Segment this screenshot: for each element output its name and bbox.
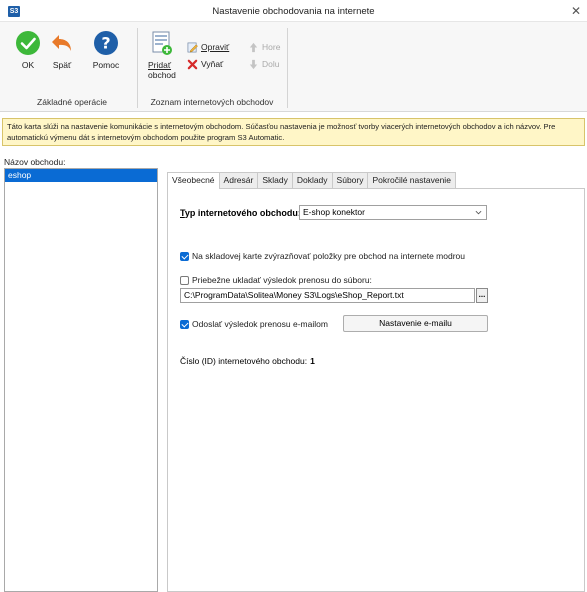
arrow-up-icon [249,42,258,52]
tab-advanced[interactable]: Pokročilé nastavenie [367,172,456,188]
highlight-items-label: Na skladovej karte zvýrazňovať položky p… [192,251,465,261]
close-icon[interactable]: ✕ [569,3,583,19]
save-log-checkbox[interactable] [180,275,189,285]
email-result-checkbox-row[interactable]: Odoslať výsledok prenosu e-mailom [180,319,328,329]
add-shop-icon [152,31,172,55]
add-shop-label-line2: obchod [148,70,176,80]
log-path-input[interactable]: C:\ProgramData\Solitea\Money S3\Logs\eSh… [180,288,475,303]
email-result-checkbox[interactable] [180,319,189,329]
group-label-shops: Zoznam internetových obchodov [150,97,274,107]
group-label-basic: Základné operácie [37,97,107,107]
highlight-items-checkbox-row[interactable]: Na skladovej karte zvýrazňovať položky p… [180,251,465,261]
tab-files[interactable]: Súbory [331,172,369,188]
shop-id-label: Číslo (ID) internetového obchodu: [180,356,308,366]
remove-x-icon [187,59,198,69]
shop-type-dropdown[interactable]: E-shop konektor [299,205,487,220]
ribbon-toolbar: OK Späť ? Pomoc Pridať obchod Opraviť Vy… [0,22,587,112]
shop-list-label: Názov obchodu: [4,157,66,167]
shop-type-label: Typ internetového obchodu: [180,208,301,218]
edit-pencil-icon [187,42,198,52]
ok-label: OK [21,60,35,70]
svg-text:?: ? [101,34,110,53]
help-label: Pomoc [92,60,120,70]
shop-listbox[interactable]: eshop [4,168,158,592]
browse-button[interactable]: ... [476,288,488,303]
back-label: Späť [52,60,72,70]
save-log-checkbox-row[interactable]: Priebežne ukladať výsledok prenosu do sú… [180,275,372,285]
chevron-down-icon [475,210,482,215]
shop-type-value: E-shop konektor [303,207,365,217]
email-settings-button[interactable]: Nastavenie e-mailu [343,315,488,332]
highlight-items-checkbox[interactable] [180,251,189,261]
shop-id-row: Číslo (ID) internetového obchodu: 1 [180,356,315,366]
add-shop-label-line1: Pridať [148,60,172,70]
move-down-button[interactable]: Dolu [248,57,279,71]
shop-type-label-text: yp internetového obchodu: [184,208,301,218]
move-down-label: Dolu [262,59,280,69]
group-separator [287,28,288,108]
window-title: Nastavenie obchodovania na internete [212,6,375,17]
shop-id-value: 1 [310,356,315,366]
list-item[interactable]: eshop [5,169,157,182]
help-button[interactable]: ? Pomoc [86,30,126,70]
email-result-label: Odoslať výsledok prenosu e-mailom [192,319,328,329]
info-banner: Táto karta slúži na nastavenie komunikác… [2,118,585,146]
remove-button[interactable]: Vyňať [187,57,223,71]
tab-documents[interactable]: Doklady [291,172,333,188]
save-log-label: Priebežne ukladať výsledok prenosu do sú… [192,275,372,285]
move-up-button[interactable]: Hore [248,40,280,54]
tab-warehouses[interactable]: Sklady [257,172,293,188]
help-question-icon: ? [94,31,118,55]
back-arrow-icon [52,35,71,51]
tab-general[interactable]: Všeobecné [167,172,220,189]
remove-label: Vyňať [201,59,224,69]
add-shop-button[interactable]: Pridať obchod [142,30,180,80]
back-button[interactable]: Späť [42,30,82,70]
group-separator [137,28,138,108]
tab-address-book[interactable]: Adresár [218,172,259,188]
title-bar: S3 Nastavenie obchodovania na internete … [0,0,587,22]
general-tab-panel: Typ internetového obchodu: E-shop konekt… [167,188,585,592]
tab-strip: Všeobecné Adresár Sklady Doklady Súbory … [167,172,456,189]
ok-check-icon [16,31,40,55]
arrow-down-icon [249,59,258,69]
edit-button[interactable]: Opraviť [187,40,229,54]
edit-label: Opraviť [201,42,230,52]
move-up-label: Hore [262,42,281,52]
